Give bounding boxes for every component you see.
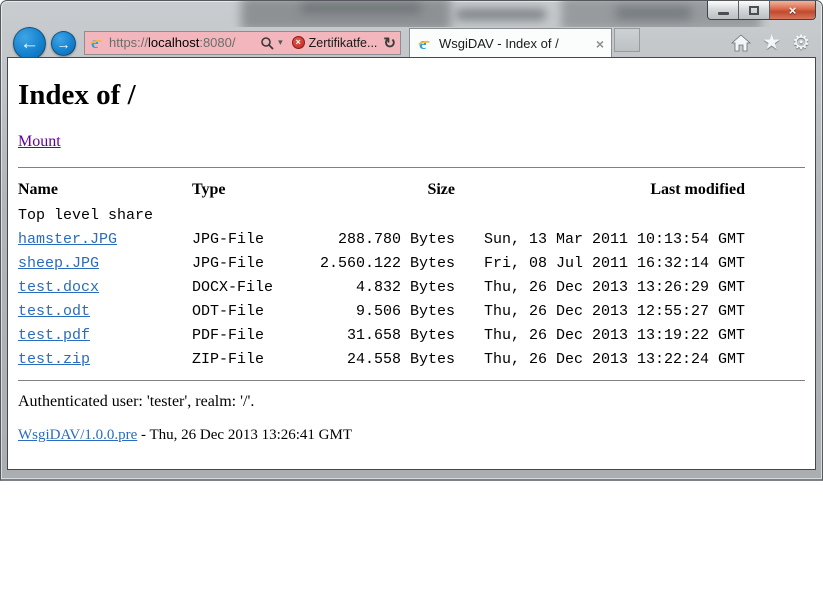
file-link[interactable]: sheep.JPG (18, 255, 99, 272)
server-footer-line: WsgiDAV/1.0.0.pre - Thu, 26 Dec 2013 13:… (18, 427, 805, 444)
table-row: sheep.JPG JPG-File 2.560.122 Bytes Fri, … (18, 251, 745, 275)
browser-window: × ← → e https://localhost:8080/ ▾ × Zert… (0, 0, 823, 481)
file-modified: Thu, 26 Dec 2013 13:26:29 GMT (455, 275, 745, 299)
wsgidav-version-link[interactable]: WsgiDAV/1.0.0.pre (18, 427, 137, 443)
forward-button[interactable]: → (51, 31, 76, 56)
file-size: 24.558 Bytes (319, 347, 455, 371)
file-modified: Thu, 26 Dec 2013 12:55:27 GMT (455, 299, 745, 323)
file-type: ZIP-File (192, 347, 319, 371)
ie-logo-icon: e (89, 35, 105, 51)
wsgidav-index-page: Index of / Mount Name Type Size Last mod… (8, 58, 815, 452)
table-row: test.docx DOCX-File 4.832 Bytes Thu, 26 … (18, 275, 745, 299)
file-size: 4.832 Bytes (319, 275, 455, 299)
file-type: PDF-File (192, 323, 319, 347)
browser-tab[interactable]: e WsgiDAV - Index of / × (409, 28, 612, 58)
tab-title: WsgiDAV - Index of / (439, 36, 590, 51)
share-label: Top level share (18, 203, 745, 227)
file-type: JPG-File (192, 227, 319, 251)
table-row: test.zip ZIP-File 24.558 Bytes Thu, 26 D… (18, 347, 745, 371)
file-modified: Thu, 26 Dec 2013 13:22:24 GMT (455, 347, 745, 371)
file-modified: Thu, 26 Dec 2013 13:19:22 GMT (455, 323, 745, 347)
background-blur (301, 3, 421, 13)
new-tab-button[interactable] (614, 28, 640, 52)
page-content: Index of / Mount Name Type Size Last mod… (7, 57, 816, 470)
minimize-button[interactable] (708, 1, 739, 19)
favorites-star-icon[interactable]: ★ (762, 32, 781, 53)
navigation-bar: ← → e https://localhost:8080/ ▾ × Zertif… (1, 27, 822, 58)
refresh-icon[interactable]: ↻ (383, 34, 396, 52)
table-row: test.pdf PDF-File 31.658 Bytes Thu, 26 D… (18, 323, 745, 347)
url-scheme: https:// (109, 35, 148, 50)
file-modified: Fri, 08 Jul 2011 16:32:14 GMT (455, 251, 745, 275)
page-title: Index of / (18, 79, 805, 112)
header-last-modified: Last modified (455, 177, 745, 203)
file-link[interactable]: hamster.JPG (18, 231, 117, 248)
back-arrow-icon: ← (20, 33, 39, 55)
ie-logo-icon: e (417, 36, 433, 52)
address-bar[interactable]: e https://localhost:8080/ ▾ × Zertifikat… (84, 31, 401, 55)
search-dropdown-icon[interactable]: ▾ (278, 37, 283, 48)
file-link[interactable]: test.zip (18, 351, 90, 368)
file-link[interactable]: test.pdf (18, 327, 90, 344)
url-text[interactable]: https://localhost:8080/ (109, 35, 236, 50)
window-titlebar[interactable] (1, 1, 822, 27)
tab-close-icon[interactable]: × (596, 37, 604, 51)
divider (18, 167, 805, 168)
file-modified: Sun, 13 Mar 2011 10:13:54 GMT (455, 227, 745, 251)
browser-toolbar: ★ ⚙ (731, 32, 810, 53)
file-type: ODT-File (192, 299, 319, 323)
table-header-row: Name Type Size Last modified (18, 177, 745, 203)
url-host: localhost (148, 35, 199, 50)
header-size: Size (319, 177, 455, 203)
background-blur (616, 7, 691, 19)
search-icon[interactable] (260, 36, 274, 50)
maximize-icon (749, 6, 759, 15)
window-controls: × (707, 1, 816, 20)
file-link[interactable]: test.odt (18, 303, 90, 320)
share-label-row: Top level share (18, 203, 745, 227)
file-link[interactable]: test.docx (18, 279, 99, 296)
url-path: :8080/ (199, 35, 235, 50)
close-button[interactable]: × (770, 1, 815, 19)
file-size: 31.658 Bytes (319, 323, 455, 347)
minimize-icon (718, 12, 729, 15)
forward-arrow-icon: → (57, 36, 71, 52)
background-blur (456, 9, 546, 20)
authenticated-user-line: Authenticated user: 'tester', realm: '/'… (18, 393, 805, 411)
file-size: 2.560.122 Bytes (319, 251, 455, 275)
file-size: 288.780 Bytes (319, 227, 455, 251)
header-type: Type (192, 177, 319, 203)
file-type: JPG-File (192, 251, 319, 275)
certificate-error-icon[interactable]: × (292, 36, 305, 49)
file-size: 9.506 Bytes (319, 299, 455, 323)
mount-link[interactable]: Mount (18, 133, 61, 150)
back-button[interactable]: ← (13, 27, 46, 60)
maximize-button[interactable] (739, 1, 770, 19)
divider (18, 380, 805, 381)
directory-table: Name Type Size Last modified Top level s… (18, 177, 745, 371)
file-type: DOCX-File (192, 275, 319, 299)
server-timestamp: - Thu, 26 Dec 2013 13:26:41 GMT (137, 427, 352, 443)
close-icon: × (789, 4, 797, 17)
header-name: Name (18, 177, 192, 203)
home-icon[interactable] (731, 34, 751, 52)
settings-gear-icon[interactable]: ⚙ (792, 33, 810, 53)
certificate-error-label[interactable]: Zertifikatfe... (309, 36, 378, 50)
table-row: test.odt ODT-File 9.506 Bytes Thu, 26 De… (18, 299, 745, 323)
table-row: hamster.JPG JPG-File 288.780 Bytes Sun, … (18, 227, 745, 251)
